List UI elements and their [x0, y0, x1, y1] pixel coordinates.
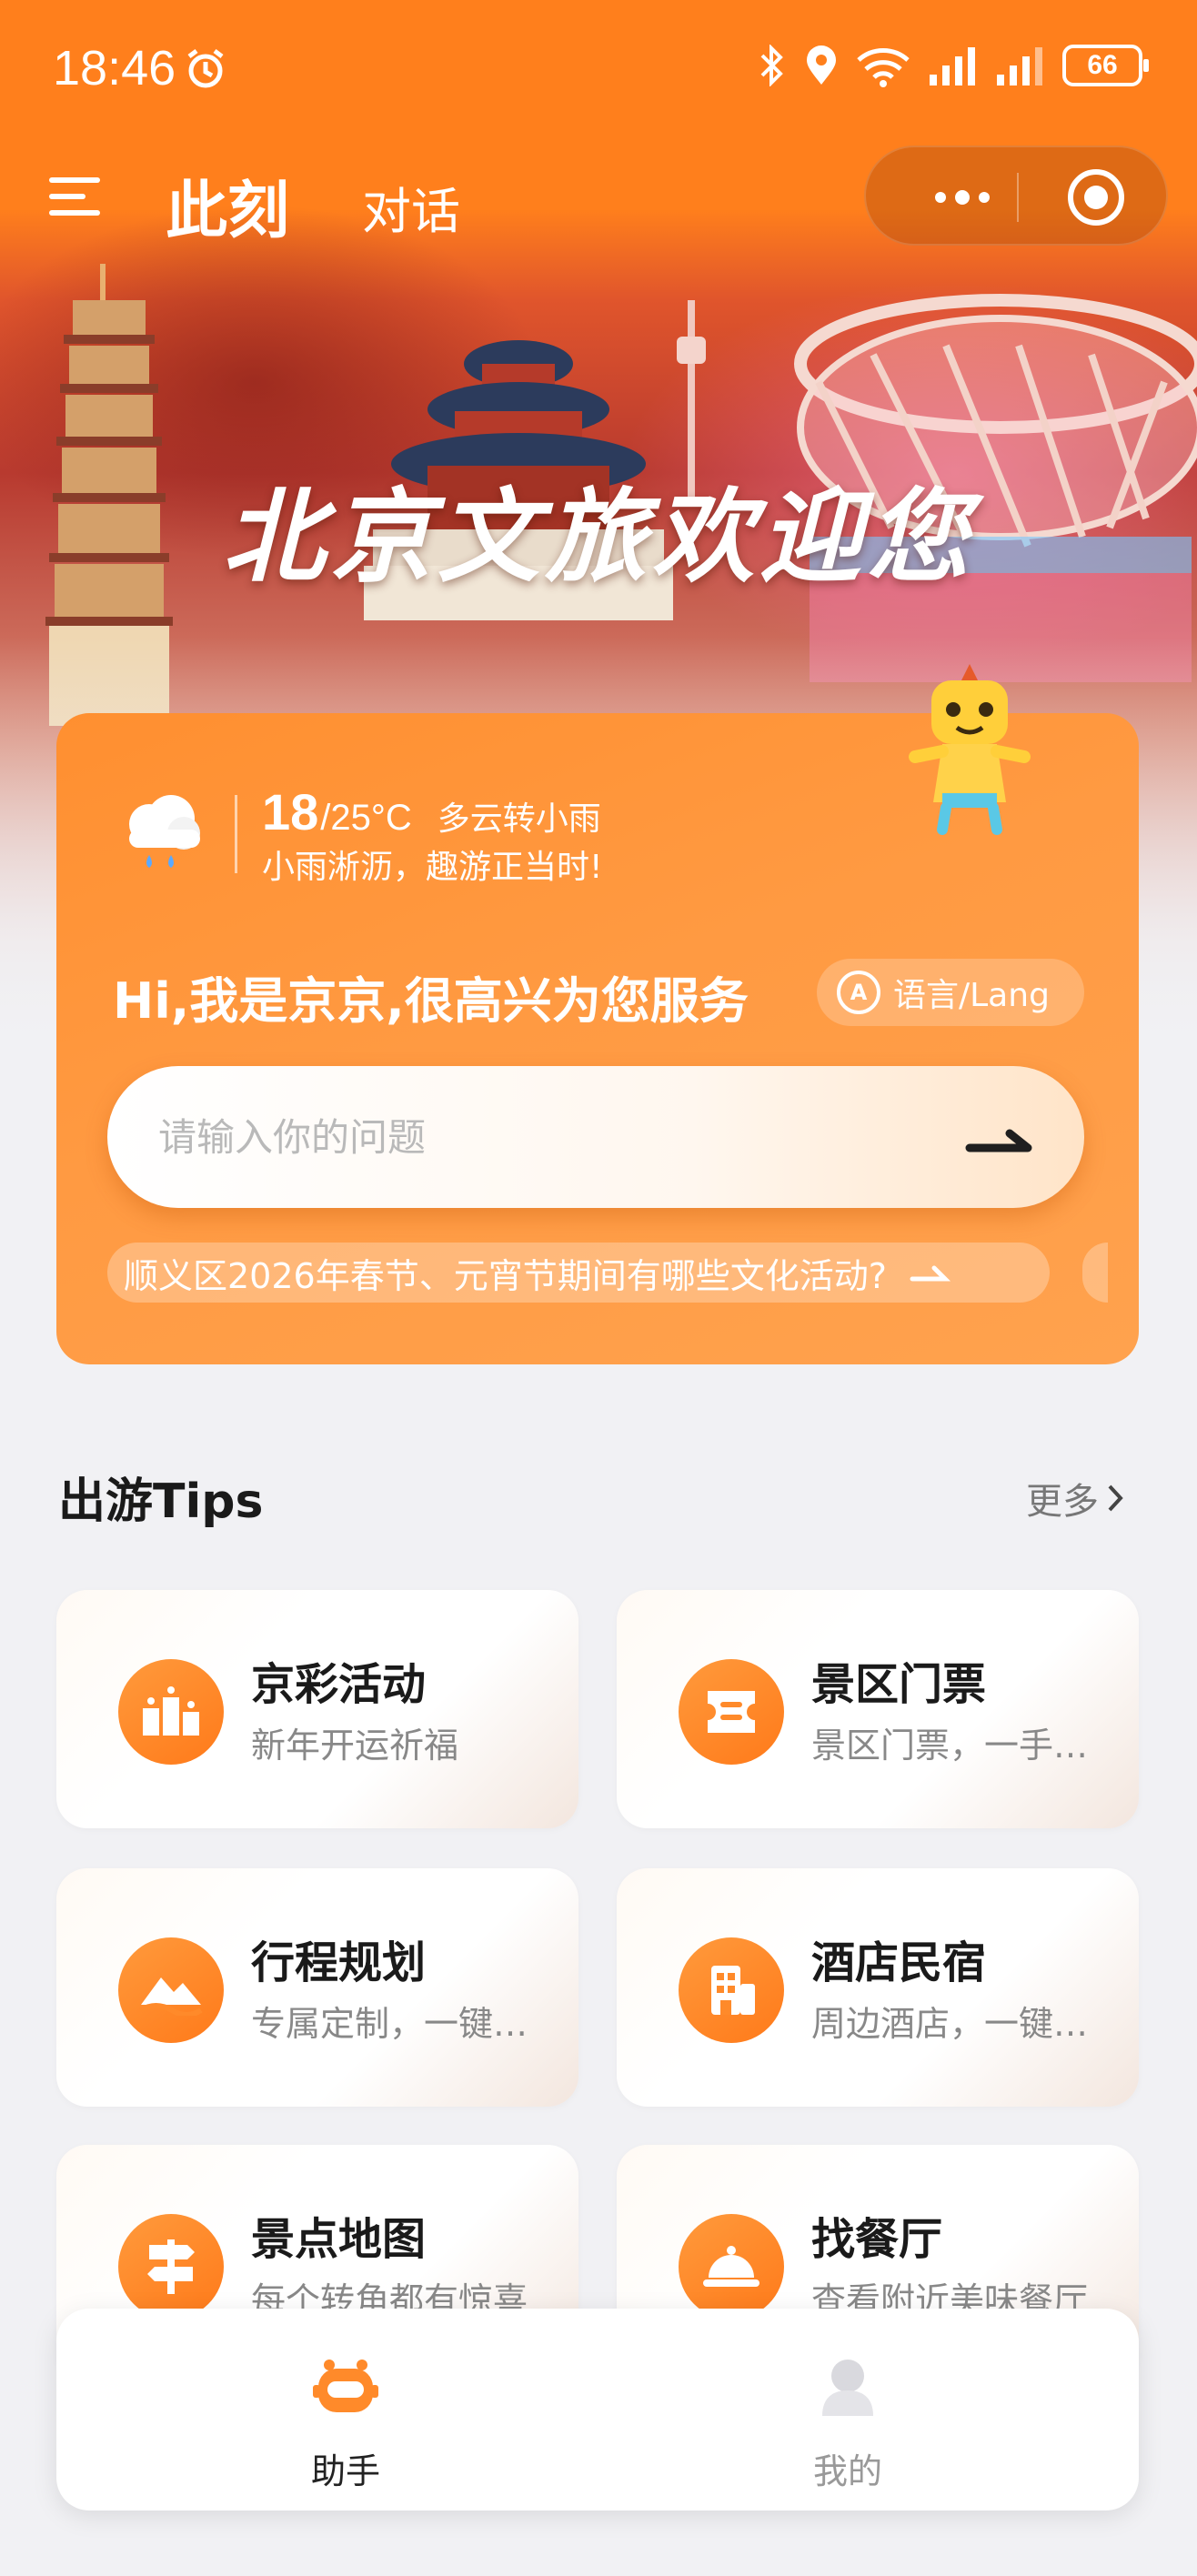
- language-icon: A: [837, 971, 880, 1014]
- robot-icon: [313, 2360, 378, 2412]
- temperature-low: 18: [262, 783, 319, 840]
- mountain-icon: [118, 1937, 224, 2043]
- mascot-icon: [909, 664, 1031, 835]
- tips-more-label: 更多: [1026, 1481, 1099, 1523]
- hero-title: 北京文旅欢迎您: [223, 478, 974, 597]
- language-button[interactable]: A 语言/Lang: [817, 959, 1084, 1026]
- tips-more-link[interactable]: 更多: [1026, 1472, 1126, 1524]
- ticket-icon: [679, 1659, 784, 1765]
- wifi-icon: [857, 48, 910, 87]
- tip-card-itinerary[interactable]: 行程规划 专属定制，一键生成: [56, 1868, 578, 2107]
- top-nav: 此刻 对话: [0, 146, 1197, 255]
- tab-mine-label: 我的: [812, 2451, 882, 2491]
- dish-icon: [679, 2214, 784, 2319]
- send-icon[interactable]: [962, 1110, 1044, 1164]
- tip-card-subtitle: 周边酒店，一键预订: [811, 2004, 1102, 2044]
- tip-card-title: 酒店民宿: [811, 1937, 987, 1988]
- bluetooth-icon: [760, 45, 783, 86]
- tip-card-subtitle: 新年开运祈福: [251, 1726, 459, 1766]
- signal-icon: [930, 47, 975, 86]
- suggested-question-text: 顺义区2026年春节、元宵节期间有哪些文化活动?: [124, 1255, 887, 1296]
- more-options-icon[interactable]: [908, 178, 1017, 216]
- tip-card-title: 京彩活动: [251, 1659, 427, 1710]
- status-bar: 18:46 66: [0, 0, 1197, 136]
- tips-section-title: 出游Tips: [58, 1474, 264, 1529]
- language-button-label: 语言/Lang: [893, 977, 1050, 1014]
- tip-card-title: 找餐厅: [811, 2214, 943, 2265]
- temperature-high: /25°C: [320, 798, 412, 838]
- tab-mine[interactable]: 我的: [711, 2336, 984, 2491]
- tip-card-title: 景区门票: [811, 1659, 987, 1710]
- tip-card-title: 景点地图: [251, 2214, 427, 2265]
- tip-card-title: 行程规划: [251, 1937, 427, 1988]
- tip-card-activities[interactable]: 京彩活动 新年开运祈福: [56, 1590, 578, 1828]
- chevron-right-icon: [1108, 1484, 1123, 1512]
- suggested-question-chip[interactable]: 顺义区2026年春节、元宵节期间有哪些文化活动?: [107, 1243, 1050, 1303]
- tip-card-subtitle: 景区门票，一手掌握: [811, 1726, 1102, 1766]
- signal-icon: [997, 47, 1042, 86]
- weather-tip: 小雨淅沥，趣游正当时!: [262, 849, 603, 886]
- tab-chat[interactable]: 对话: [362, 171, 460, 243]
- close-miniprogram-icon[interactable]: [1068, 169, 1124, 226]
- weather-condition: 多云转小雨: [437, 800, 601, 838]
- tab-now[interactable]: 此刻: [166, 160, 289, 250]
- assistant-greeting: Hi,我是京京,很高兴为您服务: [113, 972, 749, 1030]
- alarm-icon: [187, 49, 224, 88]
- status-time: 18:46: [53, 41, 176, 96]
- tip-card-subtitle: 专属定制，一键生成: [251, 2004, 542, 2044]
- building-icon: [679, 1937, 784, 2043]
- question-search-box: [107, 1066, 1084, 1208]
- tab-assistant-label: 助手: [310, 2451, 380, 2491]
- battery-icon: 66: [1062, 45, 1149, 86]
- location-icon: [807, 45, 836, 85]
- tip-card-tickets[interactable]: 景区门票 景区门票，一手掌握: [617, 1590, 1139, 1828]
- signpost-icon: [118, 2214, 224, 2319]
- bottom-tab-bar: 助手 我的: [56, 2309, 1139, 2511]
- question-input[interactable]: [158, 1108, 904, 1166]
- tab-assistant[interactable]: 助手: [209, 2336, 482, 2491]
- menu-icon[interactable]: [49, 177, 102, 219]
- user-icon: [822, 2360, 873, 2416]
- rain-cloud-icon: [129, 795, 200, 868]
- tip-card-hotels[interactable]: 酒店民宿 周边酒店，一键预订: [617, 1868, 1139, 2107]
- podium-icon: [118, 1659, 224, 1765]
- weather-summary: 18 /25°C 多云转小雨: [262, 782, 601, 841]
- miniprogram-capsule: [864, 146, 1168, 246]
- send-arrow-icon: [910, 1265, 951, 1282]
